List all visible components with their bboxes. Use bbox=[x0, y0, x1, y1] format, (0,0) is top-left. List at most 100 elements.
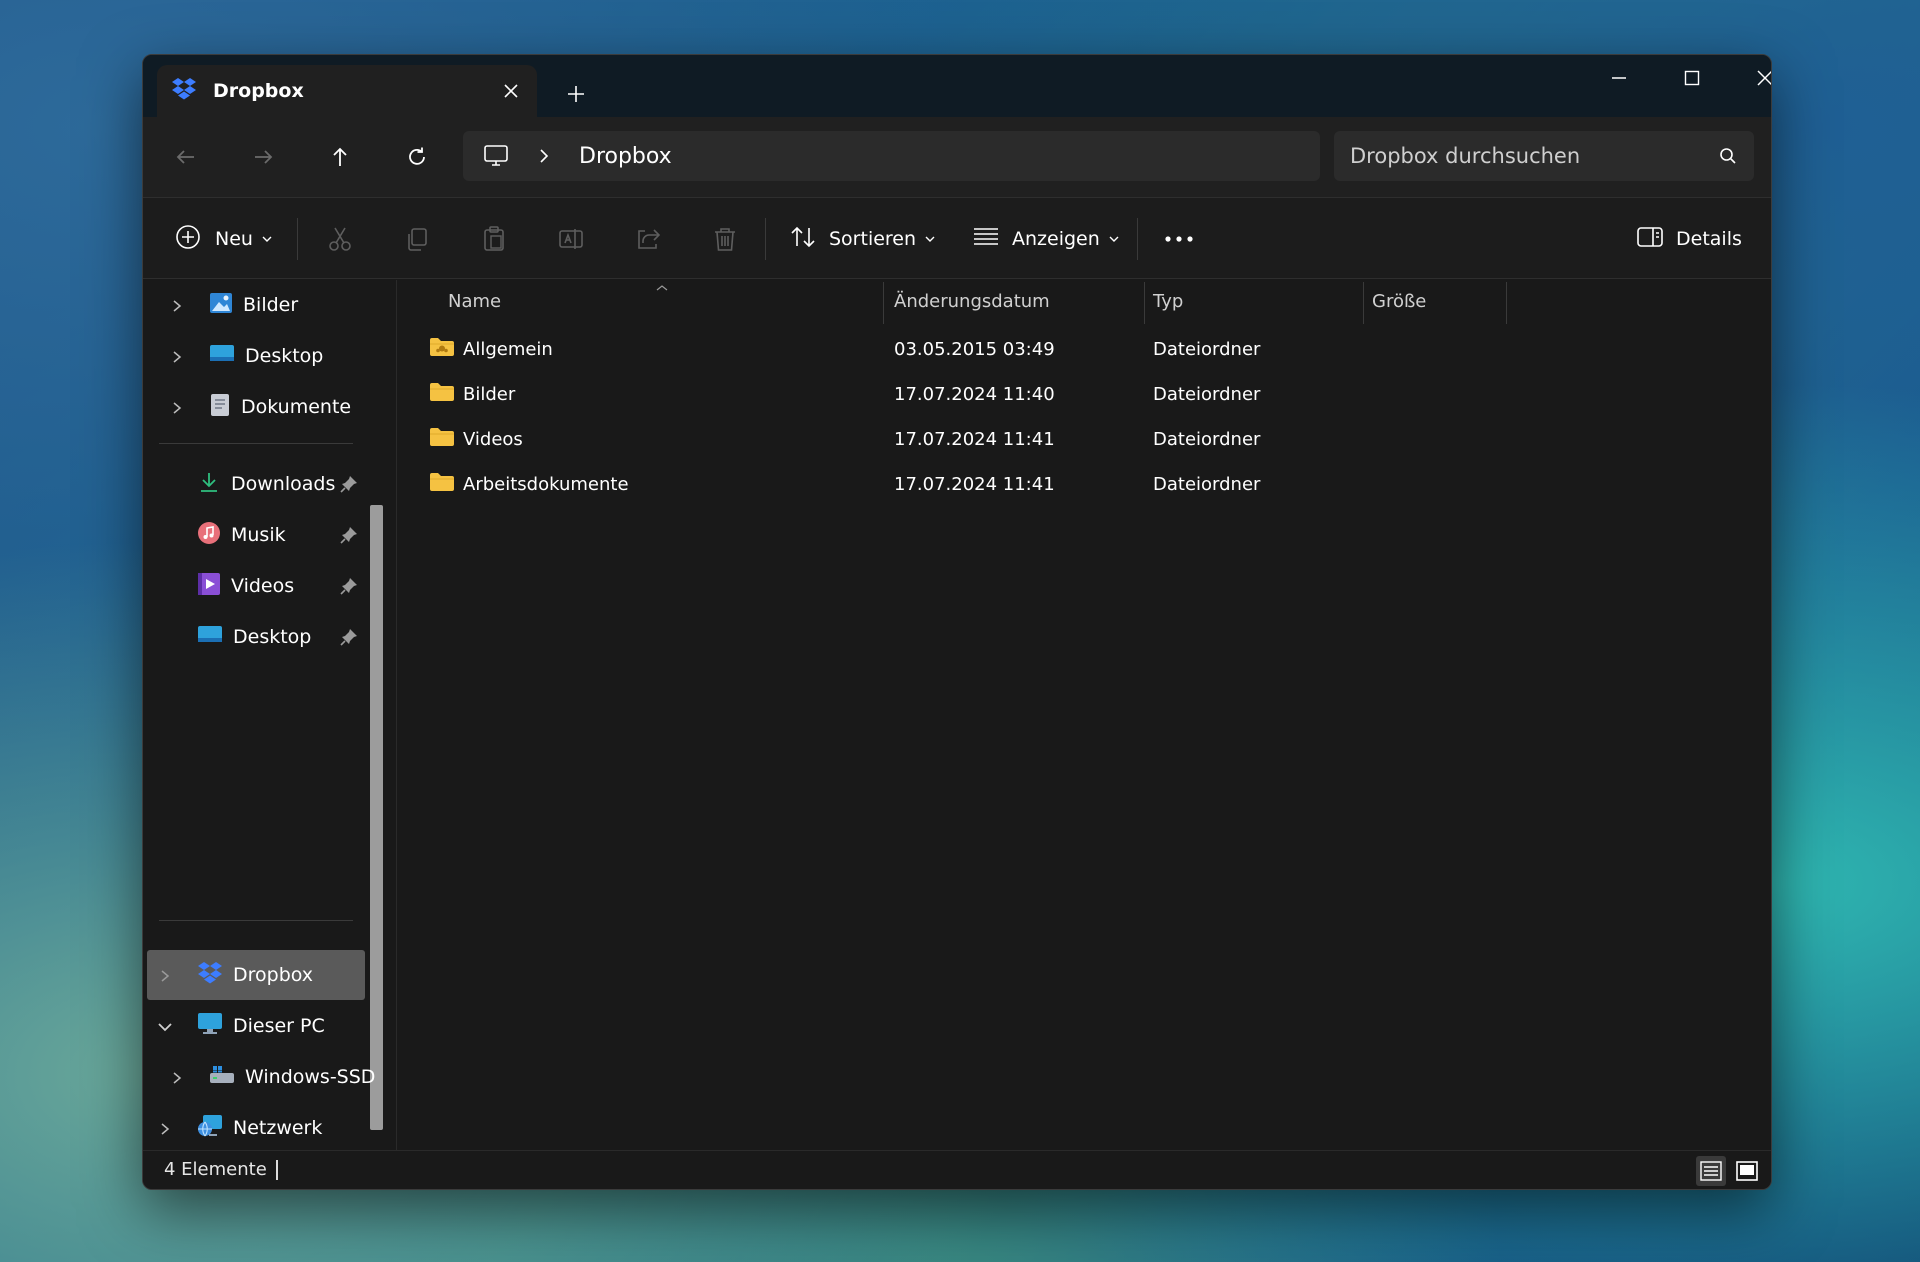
column-header-size[interactable]: Größe bbox=[1372, 280, 1502, 322]
back-arrow-icon[interactable] bbox=[166, 137, 206, 177]
large-icons-view-icon[interactable] bbox=[1732, 1156, 1762, 1186]
sidebar-item-dokumente[interactable]: Dokumente bbox=[209, 382, 351, 432]
tab-dropbox[interactable]: Dropbox bbox=[157, 65, 537, 117]
rename-icon[interactable] bbox=[557, 198, 585, 280]
column-header-name[interactable]: Name bbox=[448, 280, 878, 322]
table-row[interactable]: Videos 17.07.2024 11:41 Dateiordner bbox=[397, 417, 1771, 461]
forward-arrow-icon[interactable] bbox=[243, 137, 283, 177]
status-separator bbox=[276, 1160, 278, 1180]
new-plus-icon bbox=[175, 224, 201, 254]
date-cell: 17.07.2024 11:41 bbox=[894, 428, 1055, 450]
new-button[interactable]: Neu bbox=[175, 198, 273, 280]
paste-icon[interactable] bbox=[480, 198, 508, 280]
sidebar-scrollbar[interactable] bbox=[370, 505, 383, 1130]
sort-button[interactable]: Sortieren bbox=[789, 198, 936, 280]
date-cell: 03.05.2015 03:49 bbox=[894, 338, 1055, 360]
chevron-right-icon[interactable] bbox=[167, 347, 187, 367]
sidebar-item-netzwerk[interactable]: Netzwerk bbox=[197, 1103, 322, 1153]
sidebar-divider bbox=[159, 443, 353, 444]
column-divider[interactable] bbox=[1144, 282, 1145, 324]
folder-icon bbox=[429, 426, 455, 453]
column-header-date[interactable]: Änderungsdatum bbox=[894, 280, 1144, 322]
sidebar-item-bilder[interactable]: Bilder bbox=[209, 280, 298, 330]
sidebar-item-windows-ssd[interactable]: Windows-SSD bbox=[209, 1052, 375, 1102]
sidebar-item-label: Bilder bbox=[243, 294, 299, 316]
search-input[interactable]: Dropbox durchsuchen bbox=[1334, 131, 1754, 181]
name-cell: Allgemein bbox=[429, 327, 553, 371]
item-count: 4 Elemente bbox=[164, 1159, 267, 1180]
sidebar-item-dieser-pc[interactable]: Dieser PC bbox=[197, 1001, 325, 1051]
music-icon bbox=[197, 521, 221, 550]
pin-icon[interactable] bbox=[339, 627, 359, 647]
sort-arrows-icon bbox=[789, 224, 817, 254]
details-button[interactable]: Details bbox=[1636, 198, 1742, 280]
refresh-icon[interactable] bbox=[397, 137, 437, 177]
toolbar-divider bbox=[297, 218, 298, 260]
view-lines-icon bbox=[972, 226, 1000, 252]
more-options-icon[interactable] bbox=[1163, 198, 1195, 280]
chevron-down-icon[interactable] bbox=[155, 1017, 175, 1037]
column-header-label: Name bbox=[448, 290, 502, 312]
sidebar-item-downloads[interactable]: Downloads bbox=[197, 459, 335, 509]
file-name: Allgemein bbox=[463, 338, 553, 360]
chevron-down-icon bbox=[924, 230, 936, 249]
file-name: Arbeitsdokumente bbox=[463, 473, 629, 495]
pin-icon[interactable] bbox=[339, 576, 359, 596]
sidebar-item-label: Netzwerk bbox=[233, 1117, 323, 1139]
column-header-type[interactable]: Typ bbox=[1153, 280, 1363, 322]
sidebar-item-dropbox[interactable]: Dropbox bbox=[197, 950, 313, 1000]
column-divider[interactable] bbox=[1363, 282, 1364, 324]
chevron-right-icon[interactable] bbox=[167, 296, 187, 316]
search-icon[interactable] bbox=[1718, 146, 1738, 170]
sidebar-item-label: Dokumente bbox=[241, 396, 352, 418]
new-tab-icon[interactable] bbox=[559, 77, 593, 111]
table-row[interactable]: Allgemein 03.05.2015 03:49 Dateiordner bbox=[397, 327, 1771, 371]
sidebar-item-videos[interactable]: Videos bbox=[197, 561, 294, 611]
pin-icon[interactable] bbox=[339, 525, 359, 545]
cut-icon[interactable] bbox=[326, 198, 354, 280]
up-arrow-icon[interactable] bbox=[320, 137, 360, 177]
new-label: Neu bbox=[215, 228, 253, 250]
sidebar-item-desktop[interactable]: Desktop bbox=[209, 331, 323, 381]
column-divider[interactable] bbox=[1506, 282, 1507, 324]
chevron-right-icon[interactable] bbox=[167, 1068, 187, 1088]
copy-icon[interactable] bbox=[403, 198, 431, 280]
pictures-icon bbox=[209, 292, 233, 319]
toolbar-divider bbox=[1137, 218, 1138, 260]
chevron-right-icon[interactable] bbox=[155, 966, 175, 986]
breadcrumb-dropbox[interactable]: Dropbox bbox=[579, 144, 672, 169]
documents-icon bbox=[209, 393, 231, 422]
column-divider[interactable] bbox=[883, 282, 884, 324]
sidebar-item-label: Musik bbox=[231, 524, 286, 546]
column-header-label: Änderungsdatum bbox=[894, 290, 1050, 312]
chevron-right-icon[interactable] bbox=[155, 1119, 175, 1139]
column-header-label: Größe bbox=[1372, 290, 1427, 312]
chevron-down-icon bbox=[1108, 230, 1120, 249]
sidebar-item-desktop-pinned[interactable]: Desktop bbox=[197, 612, 311, 662]
desktop-icon bbox=[197, 624, 223, 651]
delete-icon[interactable] bbox=[711, 198, 739, 280]
details-pane-icon bbox=[1636, 225, 1664, 253]
chevron-right-icon[interactable] bbox=[167, 398, 187, 418]
table-row[interactable]: Bilder 17.07.2024 11:40 Dateiordner bbox=[397, 372, 1771, 416]
view-button[interactable]: Anzeigen bbox=[972, 198, 1120, 280]
tab-title: Dropbox bbox=[213, 80, 304, 102]
network-icon bbox=[197, 1114, 223, 1143]
name-cell: Arbeitsdokumente bbox=[429, 462, 629, 506]
maximize-icon[interactable] bbox=[1656, 55, 1728, 101]
tab-close-icon[interactable] bbox=[497, 77, 525, 105]
sidebar-item-label: Windows-SSD bbox=[245, 1066, 376, 1088]
breadcrumb-chevron-icon[interactable] bbox=[537, 147, 551, 169]
details-view-icon[interactable] bbox=[1696, 1156, 1726, 1186]
monitor-icon[interactable] bbox=[483, 144, 509, 172]
close-icon[interactable] bbox=[1729, 55, 1771, 101]
sidebar-item-musik[interactable]: Musik bbox=[197, 510, 286, 560]
minimize-icon[interactable] bbox=[1583, 55, 1655, 101]
sidebar-item-label: Dieser PC bbox=[233, 1015, 325, 1037]
share-icon[interactable] bbox=[634, 198, 662, 280]
table-row[interactable]: Arbeitsdokumente 17.07.2024 11:41 Dateio… bbox=[397, 462, 1771, 506]
pin-icon[interactable] bbox=[339, 474, 359, 494]
navigation-bar: Dropbox Dropbox durchsuchen bbox=[143, 117, 1771, 197]
sidebar-divider bbox=[159, 920, 353, 921]
address-bar[interactable]: Dropbox bbox=[463, 131, 1320, 181]
